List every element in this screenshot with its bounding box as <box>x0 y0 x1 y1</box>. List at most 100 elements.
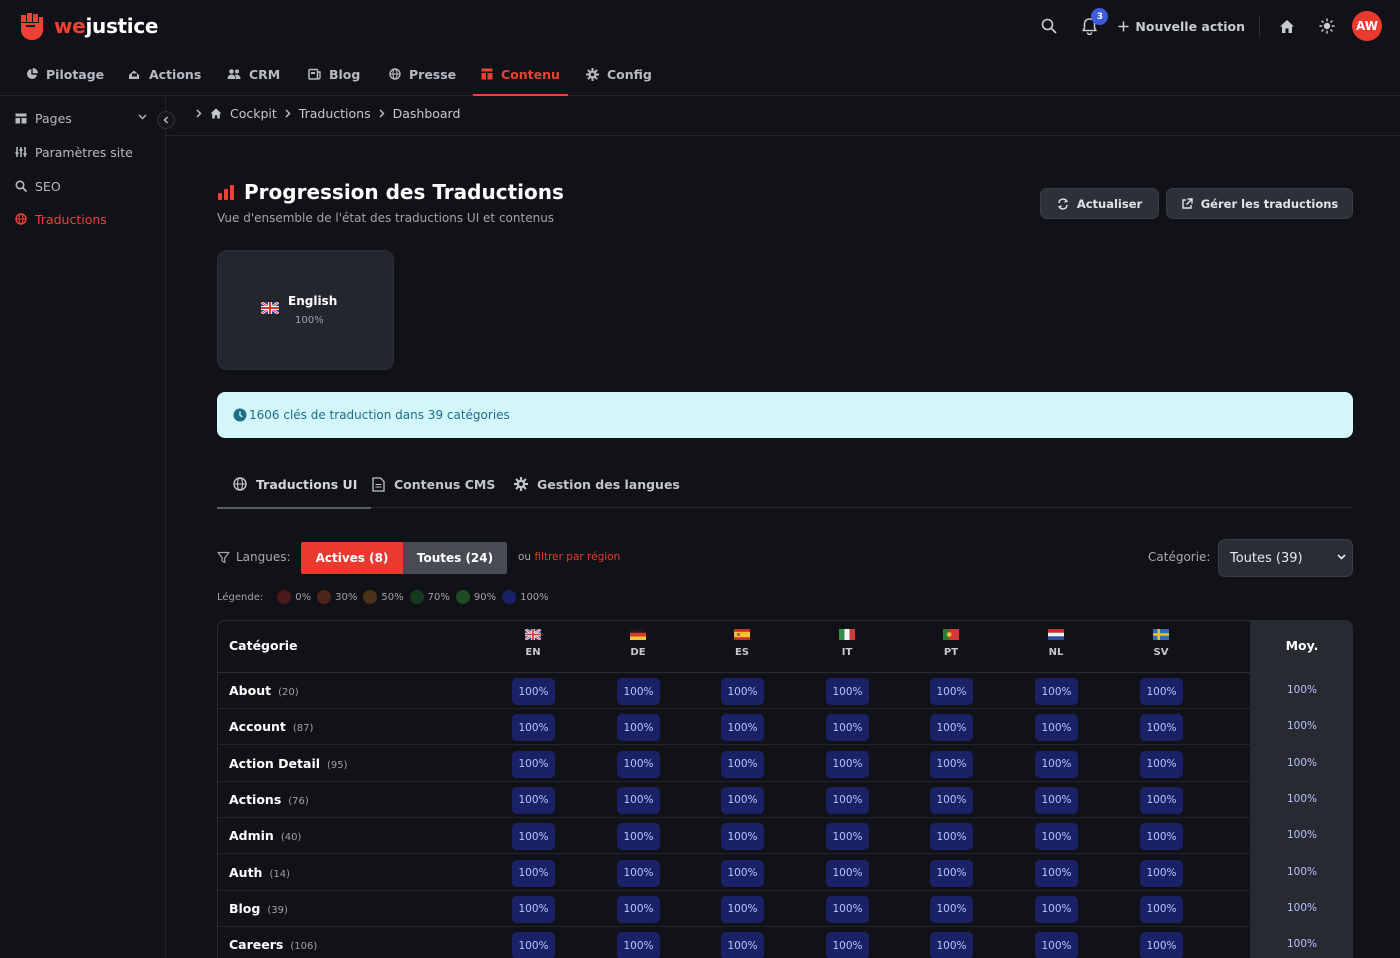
nav-label: Actions <box>149 66 202 82</box>
legend-item-label: 70% <box>427 591 450 603</box>
sidebar-item-seo[interactable]: SEO <box>15 176 61 196</box>
progress-cell-en[interactable]: 100% <box>512 895 555 923</box>
progress-cell-de[interactable]: 100% <box>617 714 660 742</box>
progress-cell-sv[interactable]: 100% <box>1140 678 1183 705</box>
nav-config[interactable]: Config <box>586 52 652 96</box>
nav-contenu[interactable]: Contenu <box>473 52 568 96</box>
sidebar-item-label: SEO <box>35 178 61 194</box>
filter-active-languages[interactable]: Actives (8) <box>301 542 403 574</box>
progress-cell-en[interactable]: 100% <box>512 823 555 851</box>
progress-cell-sv[interactable]: 100% <box>1140 932 1183 958</box>
progress-cell-it[interactable]: 100% <box>826 895 869 923</box>
progress-cell-es[interactable]: 100% <box>721 786 764 814</box>
progress-cell-sv[interactable]: 100% <box>1140 714 1183 742</box>
home-icon[interactable] <box>210 108 222 119</box>
progress-cell-nl[interactable]: 100% <box>1035 678 1078 705</box>
progress-cell-nl[interactable]: 100% <box>1035 714 1078 742</box>
refresh-button[interactable]: Actualiser <box>1040 188 1159 219</box>
progress-cell-de[interactable]: 100% <box>617 932 660 958</box>
progress-cell-it[interactable]: 100% <box>826 714 869 742</box>
progress-cell-es[interactable]: 100% <box>721 895 764 923</box>
column-header-es: ES <box>722 629 762 658</box>
language-card-english[interactable]: English 100% <box>217 250 394 370</box>
progress-cell-sv[interactable]: 100% <box>1140 750 1183 778</box>
progress-cell-es[interactable]: 100% <box>721 714 764 742</box>
progress-cell-it[interactable]: 100% <box>826 786 869 814</box>
progress-cell-it[interactable]: 100% <box>826 823 869 851</box>
info-banner: 1606 clés de traduction dans 39 catégori… <box>217 392 1353 438</box>
progress-cell-es[interactable]: 100% <box>721 750 764 778</box>
progress-cell-en[interactable]: 100% <box>512 714 555 742</box>
nav-actions[interactable]: Actions <box>128 52 201 96</box>
progress-cell-es[interactable]: 100% <box>721 823 764 851</box>
nav-pilotage[interactable]: Pilotage <box>26 52 104 96</box>
progress-cell-nl[interactable]: 100% <box>1035 750 1078 778</box>
progress-cell-nl[interactable]: 100% <box>1035 895 1078 923</box>
progress-cell-de[interactable]: 100% <box>617 859 660 887</box>
category-name: Careers <box>229 937 284 953</box>
progress-cell-nl[interactable]: 100% <box>1035 859 1078 887</box>
category-name: Action Detail <box>229 755 321 771</box>
breadcrumb-traductions[interactable]: Traductions <box>299 106 371 121</box>
sidebar-item-parametres[interactable]: Paramètres site <box>15 142 133 162</box>
progress-cell-pt[interactable]: 100% <box>930 859 973 887</box>
progress-cell-es[interactable]: 100% <box>721 859 764 887</box>
progress-cell-nl[interactable]: 100% <box>1035 823 1078 851</box>
brand-logo[interactable]: wejustice <box>18 11 158 41</box>
manage-translations-button[interactable]: Gérer les traductions <box>1166 188 1353 219</box>
search-button[interactable] <box>1034 11 1064 41</box>
progress-cell-de[interactable]: 100% <box>617 895 660 923</box>
table-row: Admin (40) 100% 100% 100% 100% 100% 100% 100% 100… <box>218 818 1352 855</box>
row-average: 100% <box>1286 829 1318 842</box>
progress-cell-sv[interactable]: 100% <box>1140 786 1183 814</box>
progress-cell-en[interactable]: 100% <box>512 678 555 705</box>
progress-cell-de[interactable]: 100% <box>617 823 660 851</box>
filter-all-languages[interactable]: Toutes (24) <box>403 542 507 574</box>
new-action-button[interactable]: Nouvelle action <box>1118 19 1245 34</box>
column-header-sv: SV <box>1141 629 1181 658</box>
progress-cell-pt[interactable]: 100% <box>930 750 973 778</box>
progress-cell-it[interactable]: 100% <box>826 932 869 958</box>
tab-contenus-cms[interactable]: Contenus CMS <box>372 460 495 508</box>
progress-cell-sv[interactable]: 100% <box>1140 823 1183 851</box>
tab-gestion-langues[interactable]: Gestion des langues <box>514 460 680 508</box>
progress-cell-sv[interactable]: 100% <box>1140 859 1183 887</box>
progress-cell-de[interactable]: 100% <box>617 786 660 814</box>
progress-cell-nl[interactable]: 100% <box>1035 786 1078 814</box>
progress-cell-de[interactable]: 100% <box>617 678 660 705</box>
progress-cell-nl[interactable]: 100% <box>1035 932 1078 958</box>
progress-cell-sv[interactable]: 100% <box>1140 895 1183 923</box>
progress-cell-pt[interactable]: 100% <box>930 714 973 742</box>
progress-cell-pt[interactable]: 100% <box>930 678 973 705</box>
breadcrumb-cockpit[interactable]: Cockpit <box>230 106 277 121</box>
progress-cell-es[interactable]: 100% <box>721 932 764 958</box>
progress-cell-it[interactable]: 100% <box>826 678 869 705</box>
nav-blog[interactable]: Blog <box>308 52 360 96</box>
progress-cell-pt[interactable]: 100% <box>930 895 973 923</box>
progress-cell-es[interactable]: 100% <box>721 678 764 705</box>
progress-cell-de[interactable]: 100% <box>617 750 660 778</box>
sidebar-item-traductions[interactable]: Traductions <box>15 209 107 229</box>
home-button[interactable] <box>1272 11 1302 41</box>
notifications-button[interactable]: 3 <box>1074 8 1109 41</box>
user-avatar[interactable]: AW <box>1352 11 1382 41</box>
progress-cell-en[interactable]: 100% <box>512 750 555 778</box>
category-select[interactable]: Toutes (39) <box>1218 539 1353 577</box>
progress-cell-en[interactable]: 100% <box>512 932 555 958</box>
tab-traductions-ui[interactable]: Traductions UI <box>216 460 372 509</box>
progress-cell-en[interactable]: 100% <box>512 859 555 887</box>
region-filter-link[interactable]: filtrer par région <box>534 551 620 563</box>
progress-cell-pt[interactable]: 100% <box>930 823 973 851</box>
theme-toggle[interactable] <box>1312 11 1342 41</box>
sidebar-item-pages[interactable]: Pages <box>15 108 147 128</box>
column-header-it: IT <box>827 629 867 658</box>
progress-cell-it[interactable]: 100% <box>826 859 869 887</box>
nav-crm[interactable]: CRM <box>227 52 280 96</box>
progress-cell-en[interactable]: 100% <box>512 786 555 814</box>
category-name: Auth <box>229 864 263 880</box>
row-category: About (20) <box>229 683 299 698</box>
progress-cell-pt[interactable]: 100% <box>930 932 973 958</box>
progress-cell-pt[interactable]: 100% <box>930 786 973 814</box>
nav-presse[interactable]: Presse <box>389 52 456 96</box>
progress-cell-it[interactable]: 100% <box>826 750 869 778</box>
